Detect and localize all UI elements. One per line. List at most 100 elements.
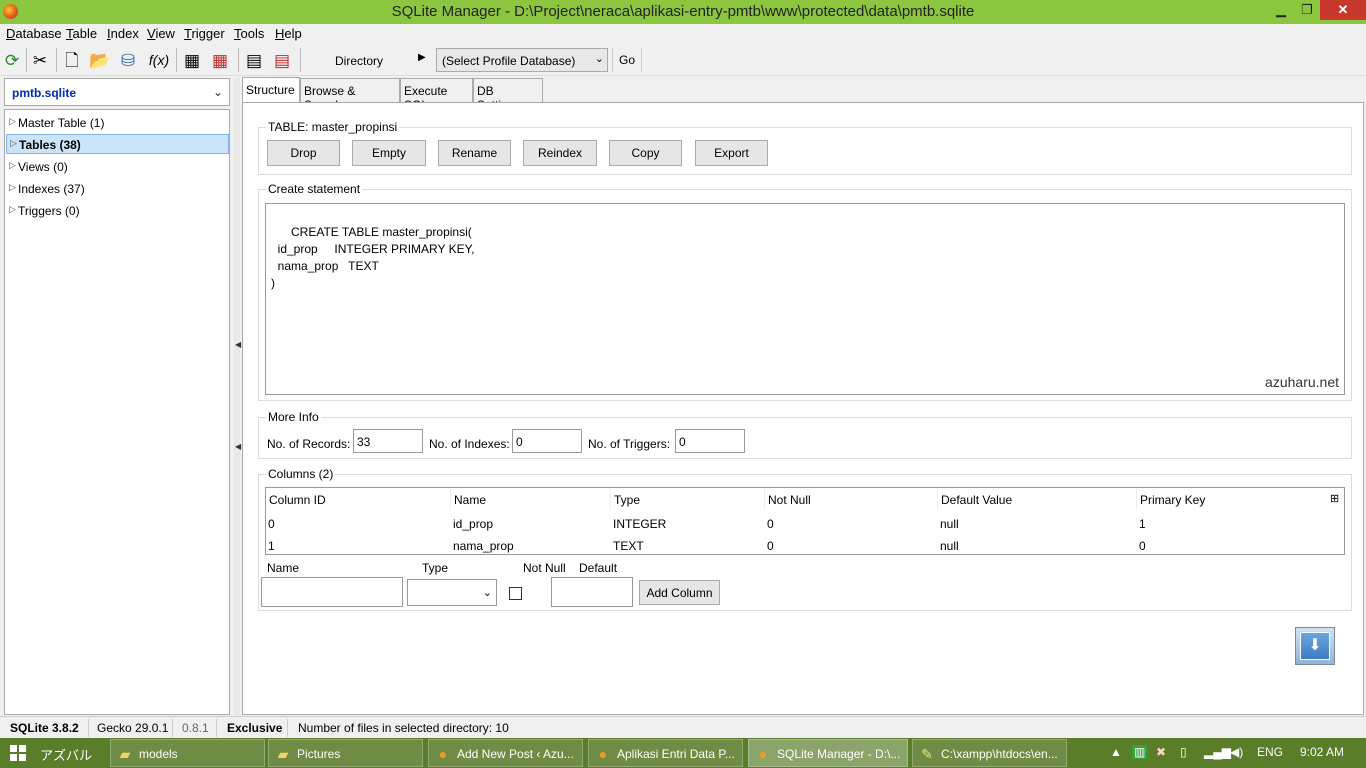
minimize-button[interactable]: ▁ [1268,0,1294,20]
expand-icon[interactable]: ▷ [9,182,16,193]
expand-icon[interactable]: ▷ [9,160,16,171]
drop-table-icon[interactable]: ▦ [208,48,232,72]
tab-browse-search[interactable]: Browse & Search [300,78,400,112]
task-pictures[interactable]: ▰ Pictures [268,739,423,767]
new-column-type-select[interactable]: ⌄ [407,579,497,606]
tree-item-triggers[interactable]: ▷ Triggers (0) [6,201,229,221]
expand-icon[interactable]: ▷ [9,204,16,215]
close-button[interactable]: ✕ [1320,0,1366,20]
table-actions-group: TABLE: master_propinsi Drop Empty Rename… [258,120,1352,175]
profile-database-select[interactable]: (Select Profile Database) ⌄ [436,48,608,72]
table-cell: 0 [767,539,774,553]
triggers-field[interactable]: 0 [675,429,745,453]
indexes-field[interactable]: 0 [512,429,582,453]
task-notepad[interactable]: ✎ C:\xampp\htdocs\en... [912,739,1067,767]
tab-db-settings[interactable]: DB Settings [473,78,543,112]
tree-item-master-table[interactable]: ▷ Master Table (1) [6,113,229,133]
maximize-button[interactable]: ❐ [1294,0,1320,20]
add-name-label: Name [267,561,300,575]
column-picker-icon[interactable]: ⊞ [1328,488,1344,510]
left-panel: pmtb.sqlite ⌄ ▷ Master Table (1) ▷ Table… [4,78,230,715]
function-icon[interactable]: f(x) [144,48,174,72]
show-hidden-icons[interactable]: ▲ [1110,745,1122,759]
col-header-default-value[interactable]: Default Value [938,488,1137,510]
menu-tools[interactable]: Tools [234,26,264,41]
col-header-primary-key[interactable]: Primary Key [1137,488,1327,510]
not-null-checkbox[interactable] [509,587,522,600]
table-cell: null [940,539,959,553]
reindex-button[interactable]: Reindex [523,140,597,166]
tree-item-label: Views (0) [18,160,68,174]
open-database-icon[interactable]: 📂 [88,48,112,72]
task-models[interactable]: ▰ models [110,739,265,767]
export-button[interactable]: Export [695,140,768,166]
create-sql: CREATE TABLE master_propinsi( id_prop IN… [271,225,475,290]
battery-icon[interactable]: ▯ [1180,745,1187,759]
expand-icon[interactable]: ▷ [9,116,16,127]
directory-button[interactable]: Directory ▶ [305,47,433,73]
menu-table[interactable]: Table [66,26,97,41]
create-statement-text[interactable]: CREATE TABLE master_propinsi( id_prop IN… [265,203,1345,395]
tray-app-icon[interactable]: ▥ [1132,745,1148,759]
database-name: pmtb.sqlite [12,86,77,100]
start-label[interactable]: アズバル [40,745,92,764]
new-database-icon[interactable]: 🗋 [60,48,84,72]
add-default-label: Default [579,561,618,575]
add-column-button[interactable]: Add Column [639,580,720,605]
empty-button[interactable]: Empty [352,140,426,166]
volume-icon[interactable]: ◀) [1230,745,1243,759]
menu-trigger[interactable]: Trigger [184,26,225,41]
create-index-icon[interactable]: ▤ [242,48,266,72]
indexes-label: No. of Indexes: [429,437,510,451]
col-header-column-id[interactable]: Column ID [266,488,451,510]
task-firefox-post[interactable]: ● Add New Post ‹ Azu... [428,739,583,767]
task-sqlite-manager[interactable]: ● SQLite Manager - D:\... [748,739,908,767]
tree-item-indexes[interactable]: ▷ Indexes (37) [6,179,229,199]
tree-item-views[interactable]: ▷ Views (0) [6,157,229,177]
expand-icon[interactable]: ▷ [10,138,17,149]
panel-splitter[interactable]: ◀ ◀ [234,78,241,715]
language-indicator[interactable]: ENG [1257,745,1283,759]
table-cell: nama_prop [453,539,514,553]
database-select[interactable]: pmtb.sqlite ⌄ [4,78,230,106]
clock[interactable]: 9:02 AM [1300,745,1344,759]
firefox-icon: ● [758,746,768,762]
col-header-not-null[interactable]: Not Null [765,488,938,510]
go-button[interactable]: Go [612,48,642,72]
menu-view[interactable]: View [147,26,175,41]
col-header-type[interactable]: Type [611,488,765,510]
records-field[interactable]: 33 [353,429,423,453]
col-header-name[interactable]: Name [451,488,611,510]
rename-button[interactable]: Rename [438,140,511,166]
table-cell: TEXT [613,539,644,553]
network-icon[interactable]: ▂▄▆ [1204,745,1231,759]
tree-item-label: Tables (38) [19,138,81,152]
menu-index[interactable]: Index [107,26,139,41]
tab-execute-sql[interactable]: Execute SQL [400,78,473,112]
create-table-icon[interactable]: ▦ [180,48,204,72]
tree-item-tables[interactable]: ▷ Tables (38) [6,134,229,154]
drop-button[interactable]: Drop [267,140,340,166]
windows-start-icon[interactable] [10,745,26,761]
menu-help[interactable]: Help [275,26,302,41]
table-cell: null [940,517,959,531]
tools-icon[interactable]: ✂ [28,48,52,72]
scroll-down-button[interactable]: ⬇ [1295,627,1335,665]
tray-alert-icon[interactable]: ✖ [1156,745,1166,759]
new-column-name-input[interactable] [261,577,403,607]
drop-index-icon[interactable]: ▤ [270,48,294,72]
tab-structure[interactable]: Structure [242,77,300,102]
menu-database[interactable]: Database [6,26,62,41]
new-column-default-input[interactable] [551,577,633,607]
task-firefox-app[interactable]: ● Aplikasi Entri Data P... [588,739,743,767]
table-cell: 0 [767,517,774,531]
reconnect-icon[interactable]: ⟳ [0,48,24,72]
connect-database-icon[interactable]: ⛁ [116,48,140,72]
collapse-left-icon[interactable]: ◀ [235,340,241,349]
gecko-version: Gecko 29.0.1 [97,721,169,735]
create-statement-group: Create statement CREATE TABLE master_pro… [258,182,1352,401]
menu-bar: Database Table Index View Trigger Tools … [0,24,1366,44]
create-statement-title: Create statement [266,182,363,196]
collapse-left-icon[interactable]: ◀ [235,442,241,451]
copy-button[interactable]: Copy [609,140,682,166]
